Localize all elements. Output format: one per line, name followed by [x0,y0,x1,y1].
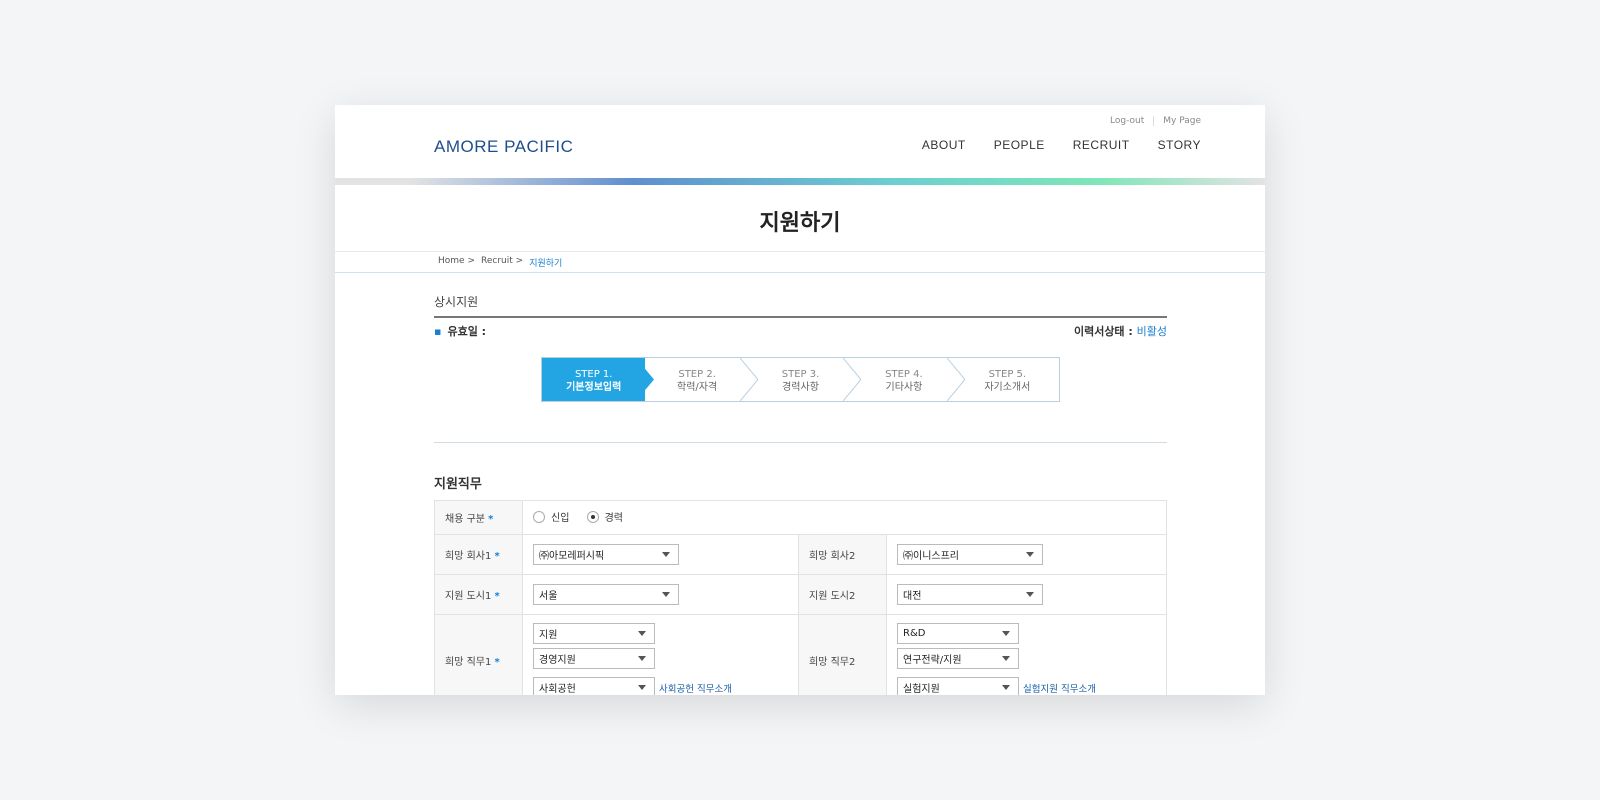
utility-links: Log-out My Page [1110,116,1201,126]
company1-select[interactable]: ㈜아모레퍼시픽 [533,544,679,565]
nav-recruit[interactable]: RECRUIT [1073,138,1130,152]
company2-select[interactable]: ㈜이니스프리 [897,544,1043,565]
page-title: 지원하기 [759,211,841,236]
duty2-select-1[interactable]: R&D [897,623,1019,644]
main-nav: ABOUT PEOPLE RECRUIT STORY [922,138,1201,152]
required-mark: * [494,657,500,668]
duty2-cell: R&D 연구전략/지원 실험지원 실험지원 직무소개 [886,614,1167,695]
status-badge: 비활성 [1136,325,1167,338]
gradient-bar [335,178,1265,185]
chevron-right-icon: > [515,256,524,266]
duty1-label: 희망 직무1 * [434,614,523,695]
city2-label: 지원 도시2 [798,574,887,615]
logo-text-2: RE [474,137,499,156]
valid-date-label: 유효일 : [447,325,487,338]
step-4-num: STEP 4. [885,369,923,380]
duty1-intro-link[interactable]: 사회공헌 직무소개 [659,681,732,695]
step-arrow-icon [739,358,758,401]
bullet-icon: ▪ [434,325,442,338]
step-arrow-icon [843,358,862,401]
chevron-down-icon [1002,685,1010,690]
step-2-label: 학력/자격 [677,382,718,393]
radio-new[interactable]: 신입 [533,509,569,524]
chevron-down-icon [638,685,646,690]
duty2-select-2[interactable]: 연구전략/지원 [897,648,1019,669]
breadcrumb: Home > Recruit > 지원하기 [335,251,1265,273]
required-mark: * [494,551,500,562]
job-section-title: 지원직무 [434,477,482,492]
valid-date: ▪ 유효일 : [434,323,486,339]
step-1[interactable]: STEP 1. 기본정보입력 [542,358,655,401]
city2-cell: 대전 [886,574,1167,615]
amorepacific-logo[interactable]: AMORE PACIFIC [434,137,573,157]
breadcrumb-current: 지원하기 [529,259,563,269]
mypage-link[interactable]: My Page [1163,116,1201,126]
city1-cell: 서울 [522,574,799,615]
resume-status: 이력서상태 : 비활성 [1074,323,1167,339]
step-3-num: STEP 3. [781,369,820,380]
required-mark: * [494,591,500,602]
section-divider [434,442,1167,443]
radio-selected-icon [586,510,599,523]
city1-select[interactable]: 서울 [533,584,679,605]
step-5-num: STEP 5. [988,369,1027,380]
nav-story[interactable]: STORY [1158,138,1201,152]
duty1-select-3[interactable]: 사회공헌 [533,677,655,695]
chevron-down-icon [638,631,646,636]
logout-link[interactable]: Log-out [1110,116,1144,126]
city1-label: 지원 도시1 * [434,574,523,615]
step-indicator: STEP 1. 기본정보입력 STEP 2. 학력/자격 STEP 3. 경력사… [541,357,1060,402]
section-title: 상시지원 [434,293,1167,318]
breadcrumb-home[interactable]: Home > [438,256,475,269]
step-4-label: 기타사항 [885,382,923,393]
radio-icon [533,510,545,523]
step-4[interactable]: STEP 4. 기타사항 [852,358,965,401]
breadcrumb-recruit[interactable]: Recruit > [481,256,523,269]
chevron-down-icon [662,552,670,557]
hire-type-label: 채용 구분 * [434,500,523,535]
duty1-select-2[interactable]: 경영지원 [533,648,655,669]
nav-about[interactable]: ABOUT [922,138,966,152]
nav-people[interactable]: PEOPLE [994,138,1045,152]
step-3[interactable]: STEP 3. 경력사항 [749,358,862,401]
step-arrow-icon [946,358,965,401]
step-1-num: STEP 1. [574,369,613,380]
chevron-down-icon [662,592,670,597]
duty1-select-1[interactable]: 지원 [533,623,655,644]
step-5-label: 자기소개서 [984,382,1031,393]
step-2-num: STEP 2. [678,369,716,380]
status-label: 이력서상태 : [1073,325,1133,338]
logo-text-3: PACIFIC [504,137,574,156]
duty2-select-3[interactable]: 실험지원 [897,677,1019,695]
chevron-down-icon [1026,552,1034,557]
duty2-label: 희망 직무2 [798,614,887,695]
step-2[interactable]: STEP 2. 학력/자격 [645,358,758,401]
step-3-label: 경력사항 [782,382,819,393]
utility-separator [1153,116,1155,126]
logo-text-1: AMO [434,137,475,156]
job-form-table: 채용 구분 * 신입 경력 희망 회사1 * ㈜아모레퍼시픽 희망 회사2 ㈜이… [434,500,1167,695]
hire-type-cell: 신입 경력 [522,500,1167,535]
chevron-down-icon [638,656,646,661]
step-1-label: 기본정보입력 [566,382,622,393]
duty1-cell: 지원 경영지원 사회공헌 사회공헌 직무소개 [522,614,799,695]
step-5[interactable]: STEP 5. 자기소개서 [956,358,1059,401]
chevron-down-icon [1002,631,1010,636]
chevron-down-icon [1002,656,1010,661]
company1-cell: ㈜아모레퍼시픽 [522,534,799,575]
validity-row: ▪ 유효일 : 이력서상태 : 비활성 [434,323,1167,339]
radio-experienced[interactable]: 경력 [586,509,623,524]
company2-label: 희망 회사2 [798,534,887,575]
required-mark: * [488,514,494,525]
duty2-intro-link[interactable]: 실험지원 직무소개 [1023,681,1096,695]
company2-cell: ㈜이니스프리 [886,534,1167,575]
browser-page: Log-out My Page AMORE PACIFIC ABOUT PEOP… [335,105,1265,695]
step-arrow-icon [636,358,655,401]
city2-select[interactable]: 대전 [897,584,1043,605]
chevron-right-icon: > [467,256,475,266]
company1-label: 희망 회사1 * [434,534,523,575]
chevron-down-icon [1026,592,1034,597]
